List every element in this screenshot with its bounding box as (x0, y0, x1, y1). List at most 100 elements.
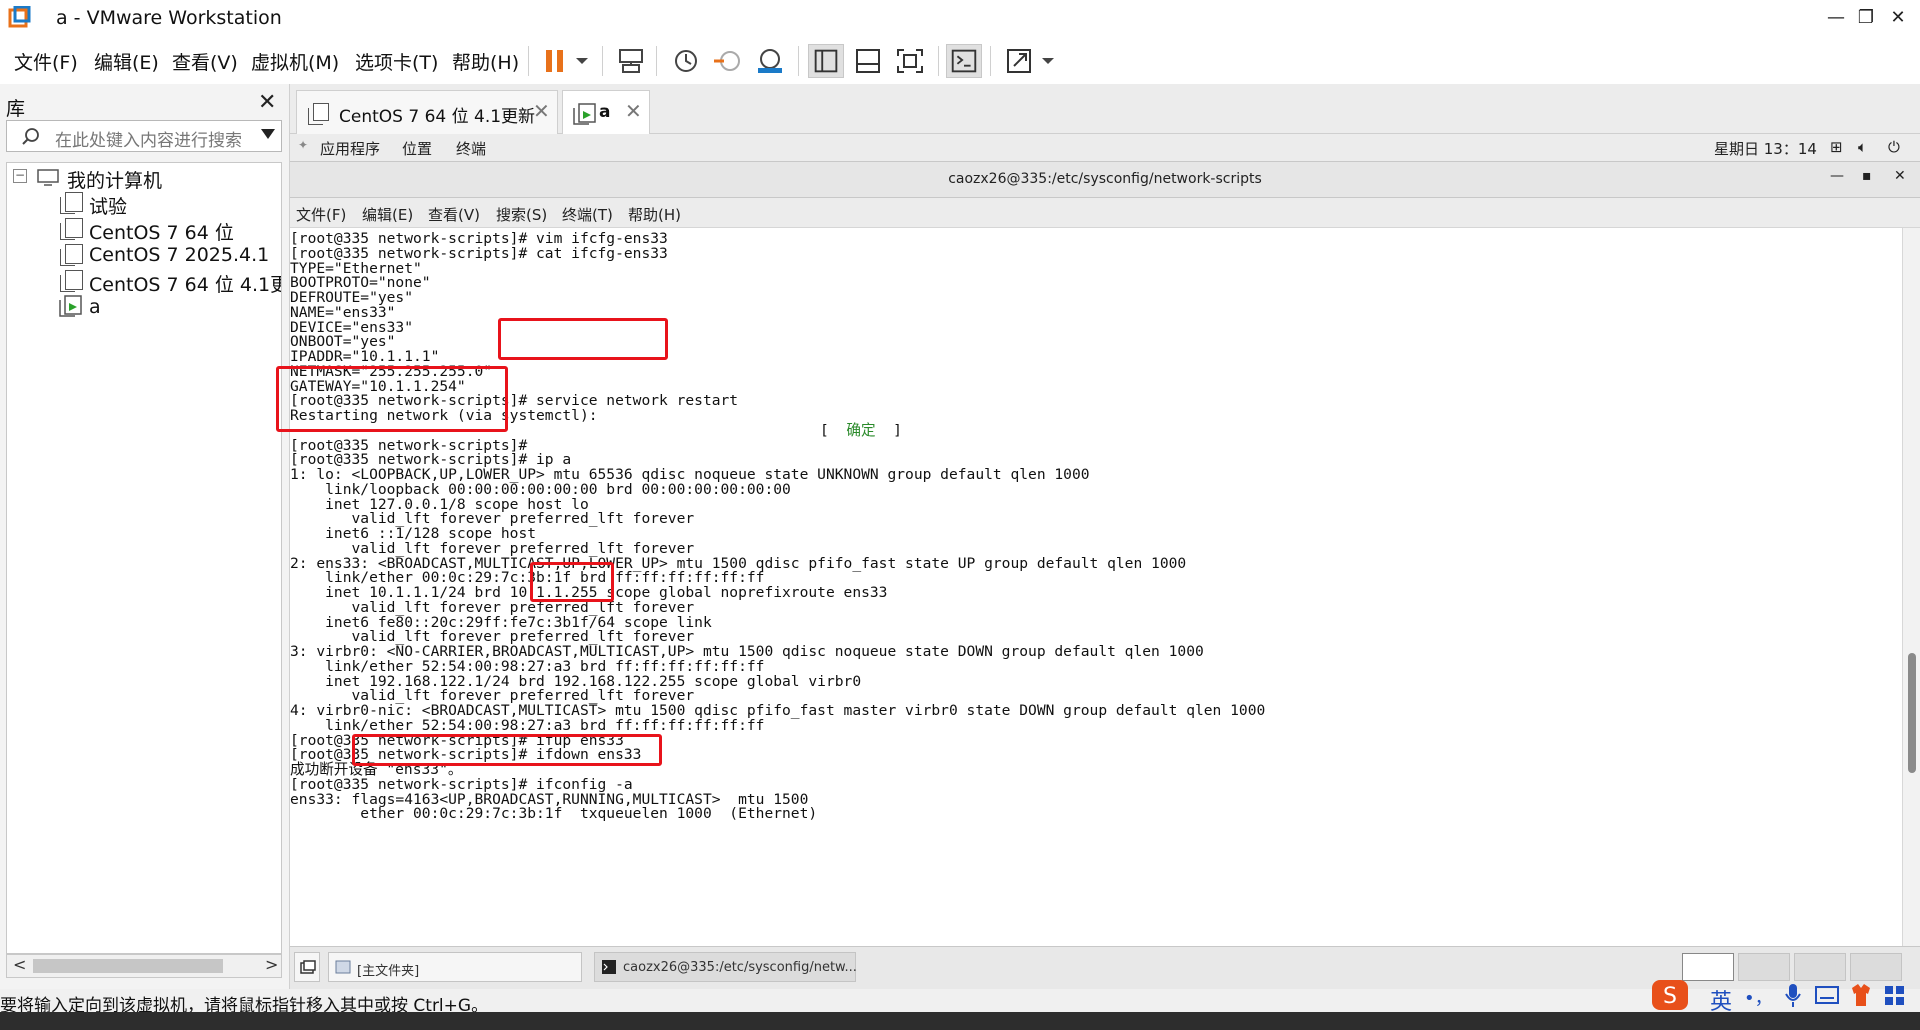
window-titlebar: a - VMware Workstation — ❐ ✕ (0, 0, 1920, 36)
tab-label: CentOS 7 64 位 4.1更新 (339, 107, 536, 127)
highlight-box-inet (352, 734, 662, 766)
taskbar-task-label: [主文件夹] (357, 964, 420, 979)
dropdown-icon[interactable] (570, 44, 594, 78)
vm-icon (60, 270, 83, 292)
ok-bracket-close: ] (875, 421, 902, 439)
stretch-icon[interactable] (1002, 44, 1038, 78)
terminal-scrollbar[interactable] (1902, 228, 1920, 946)
scroll-left-arrow[interactable]: < (13, 955, 26, 974)
menu-edit[interactable]: 编辑(E) (94, 48, 159, 75)
taskbar-task-label: caozx26@335:/etc/sysconfig/netw... (623, 960, 857, 975)
fullscreen-icon[interactable] (892, 44, 928, 78)
scroll-thumb[interactable] (33, 959, 223, 973)
console-view-icon[interactable] (946, 44, 982, 78)
guest-menu-applications[interactable]: 应用程序 (320, 138, 380, 159)
snapshot-manager-icon[interactable] (752, 44, 788, 78)
tree-item-centos-2025[interactable]: CentOS 7 2025.4.1 (89, 244, 269, 266)
tree-item-centos-4-1[interactable]: CentOS 7 64 位 4.1更新 (89, 270, 281, 297)
terminal-menu-search[interactable]: 搜索(S) (496, 204, 547, 225)
library-close-button[interactable]: ✕ (258, 90, 276, 115)
host-taskbar-strip (0, 1012, 1920, 1030)
tab-centos-4-1[interactable]: CentOS 7 64 位 4.1更新 ✕ (296, 90, 558, 134)
vm-running-icon (573, 103, 596, 125)
network-icon[interactable]: ⊞ (1830, 138, 1843, 156)
workspace-2[interactable] (1738, 953, 1790, 981)
send-keys-icon[interactable] (614, 44, 650, 78)
menu-file[interactable]: 文件(F) (14, 48, 78, 75)
pause-icon[interactable] (538, 44, 574, 78)
terminal-line: [ 确定 ] (820, 422, 902, 440)
desktop-icon (300, 960, 316, 974)
snapshot-icon[interactable] (668, 44, 704, 78)
tree-collapse-toggle[interactable]: − (13, 169, 27, 183)
terminal-scroll-thumb[interactable] (1908, 653, 1916, 773)
library-view-icon[interactable] (808, 44, 844, 78)
sogou-ime-icon[interactable]: S (1650, 978, 1692, 1012)
toolbox-icon[interactable] (1882, 978, 1908, 1012)
volume-icon[interactable]: 🔈︎ (1858, 138, 1867, 156)
guest-menu-terminal[interactable]: 终端 (456, 138, 486, 159)
terminal-menu-file[interactable]: 文件(F) (296, 204, 346, 225)
guest-menu-places[interactable]: 位置 (402, 138, 432, 159)
terminal-menu-terminal[interactable]: 终端(T) (562, 204, 613, 225)
menu-help[interactable]: 帮助(H) (452, 48, 519, 75)
workspace-1[interactable] (1682, 953, 1734, 981)
workspace-3[interactable] (1794, 953, 1846, 981)
vm-tab-bar: CentOS 7 64 位 4.1更新 ✕ a ✕ (290, 84, 1920, 134)
tree-root-my-computer[interactable]: 我的计算机 (67, 166, 162, 193)
toolbar-separator (602, 46, 603, 76)
vm-running-icon (59, 295, 82, 317)
vm-folder-icon (60, 192, 83, 214)
menubar: 文件(F) 编辑(E) 查看(V) 虚拟机(M) 选项卡(T) 帮助(H) (0, 36, 1920, 84)
toolbar-separator (938, 46, 939, 76)
terminal-titlebar: caozx26@335:/etc/sysconfig/network-scrip… (290, 162, 1920, 198)
menu-tabs[interactable]: 选项卡(T) (355, 48, 438, 75)
keyboard-icon[interactable] (1814, 978, 1840, 1012)
tree-item-shiyan[interactable]: 试验 (89, 192, 127, 219)
search-dropdown-icon[interactable] (261, 129, 275, 139)
vm-icon (308, 103, 329, 125)
show-desktop-button[interactable] (294, 952, 320, 982)
taskbar-home-folder[interactable]: [主文件夹] (328, 952, 582, 982)
terminal-menu-help[interactable]: 帮助(H) (628, 204, 681, 225)
terminal-minimize-button[interactable]: — (1830, 168, 1844, 184)
dropdown-icon[interactable] (1036, 44, 1060, 78)
toolbar-separator (656, 46, 657, 76)
library-panel: 库 ✕ 在此处键入内容进行搜索 − 我的计算机 试验 CentOS 7 64 位… (0, 84, 290, 989)
library-tree: − 我的计算机 试验 CentOS 7 64 位 CentOS 7 2025.4… (6, 162, 282, 954)
tab-close-icon[interactable]: ✕ (533, 99, 550, 123)
terminal-maximize-button[interactable]: ▪ (1862, 168, 1872, 184)
microphone-icon[interactable] (1782, 978, 1804, 1012)
toolbar-separator (798, 46, 799, 76)
revert-snapshot-icon[interactable] (710, 44, 746, 78)
terminal-title: caozx26@335:/etc/sysconfig/network-scrip… (948, 171, 1262, 187)
tab-label: a (599, 102, 611, 122)
vmware-logo-icon (8, 6, 31, 28)
taskbar-terminal[interactable]: caozx26@335:/etc/sysconfig/netw... (594, 952, 857, 982)
power-icon[interactable]: ⏻ (1888, 138, 1900, 156)
thumbnail-bar-icon[interactable] (850, 44, 886, 78)
vm-icon (60, 218, 83, 240)
highlight-box-ipaddr (276, 366, 508, 432)
terminal-line: ether 00:0c:29:7c:3b:1f txqueuelen 1000 … (290, 805, 818, 823)
tree-item-centos-64[interactable]: CentOS 7 64 位 (89, 218, 234, 245)
tree-item-a[interactable]: a (89, 296, 101, 318)
skin-icon[interactable] (1848, 978, 1874, 1012)
menu-view[interactable]: 查看(V) (172, 48, 238, 75)
terminal-close-button[interactable]: ✕ (1894, 168, 1906, 184)
library-search-input[interactable]: 在此处键入内容进行搜索 (6, 120, 282, 152)
scroll-right-arrow[interactable]: > (265, 955, 278, 974)
highlight-box-ip-a (530, 562, 614, 602)
guest-top-panel: ✦ 应用程序 位置 终端 星期日 13：14 ⊞ 🔈︎ ⏻ (290, 134, 1920, 162)
library-horizontal-scrollbar[interactable]: < > (6, 954, 282, 978)
close-window-button[interactable]: ✕ (1878, 4, 1918, 32)
terminal-menu-view[interactable]: 查看(V) (428, 204, 480, 225)
folder-icon (335, 960, 351, 974)
gnome-foot-icon: ✦ (298, 138, 309, 152)
library-title: 库 (6, 98, 26, 120)
terminal-menu-edit[interactable]: 编辑(E) (362, 204, 413, 225)
workspace-4[interactable] (1850, 953, 1902, 981)
tab-close-icon[interactable]: ✕ (625, 99, 642, 123)
menu-vm[interactable]: 虚拟机(M) (251, 48, 339, 75)
tab-a[interactable]: a ✕ (562, 90, 650, 134)
